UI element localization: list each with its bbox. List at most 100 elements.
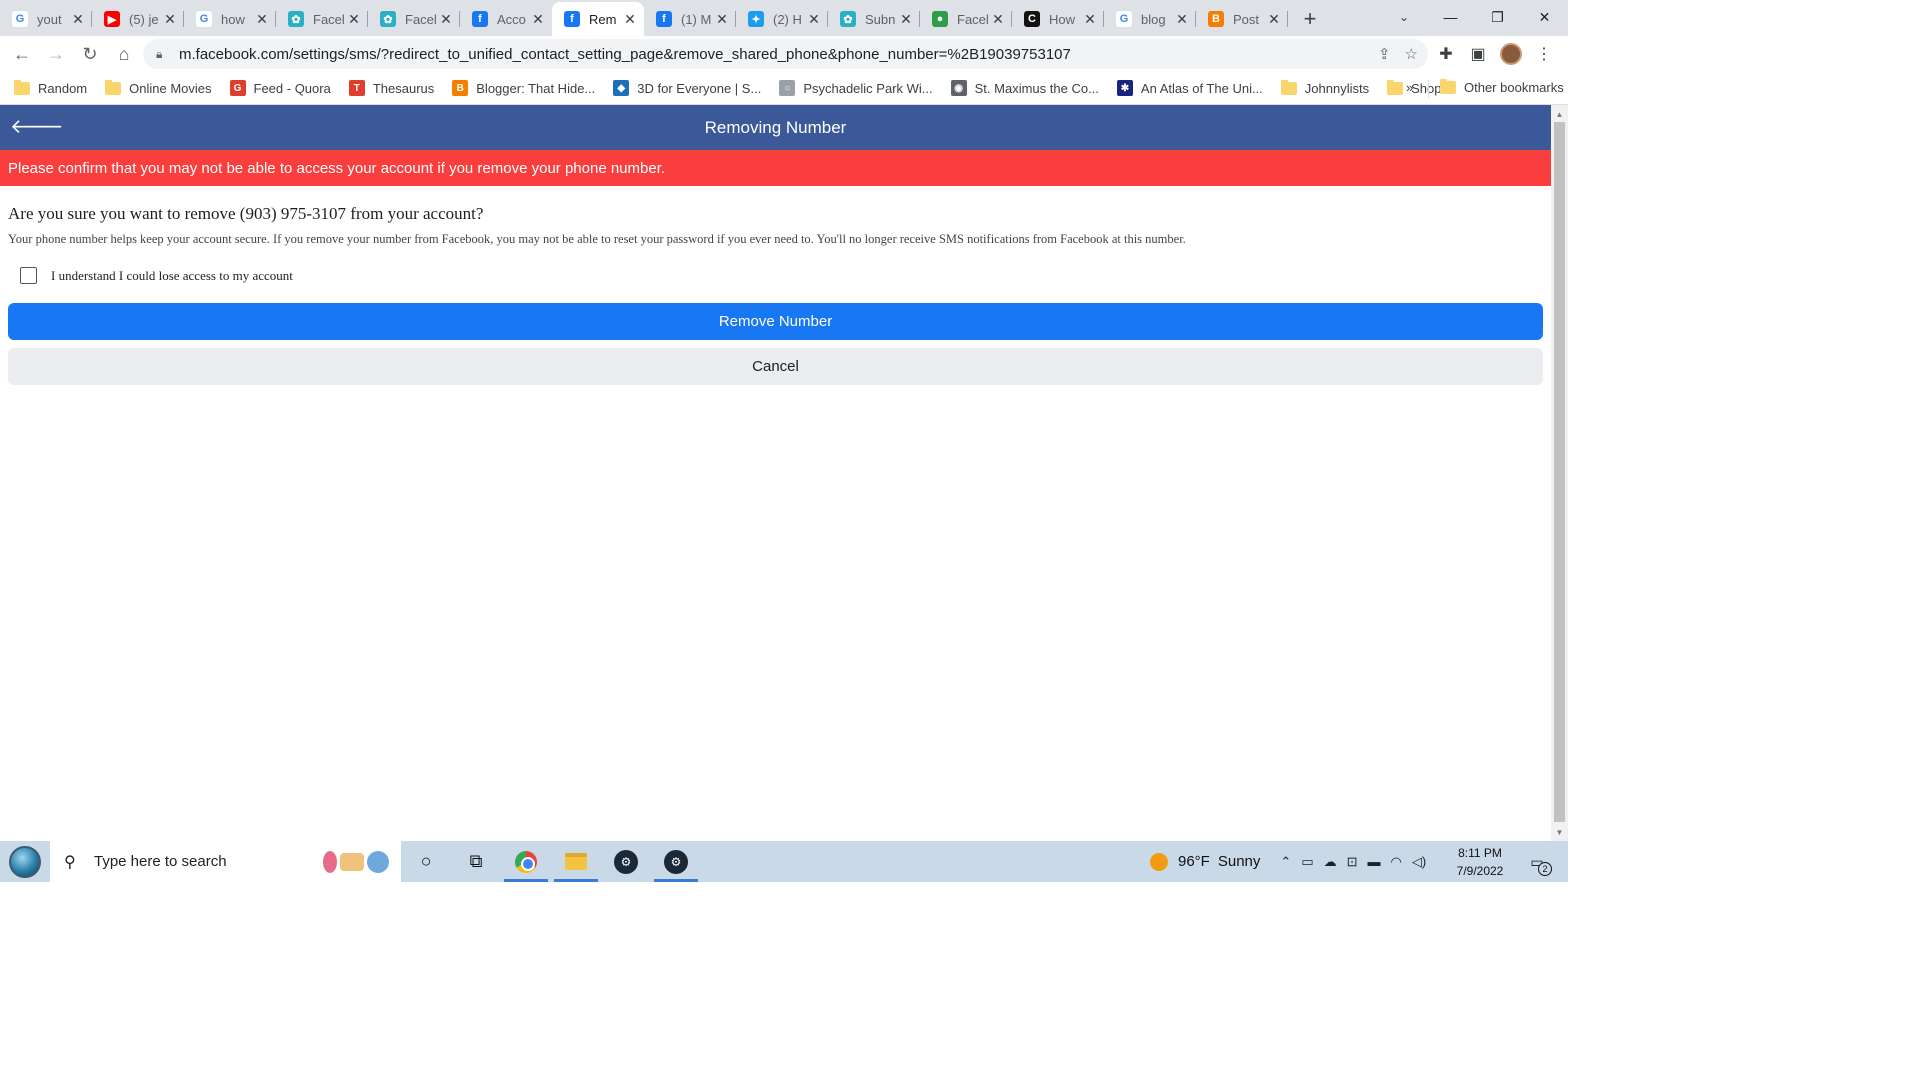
address-bar[interactable]: 🔒︎ m.facebook.com/settings/sms/?redirect…: [143, 39, 1428, 69]
forward-button[interactable]: →: [40, 38, 72, 70]
close-tab-icon[interactable]: ✕: [1266, 11, 1282, 28]
browser-tab[interactable]: ▶ (5) je ✕: [92, 2, 184, 36]
steam-running-icon[interactable]: ⚙: [651, 841, 701, 882]
meet-now-icon[interactable]: ▭: [1301, 854, 1313, 870]
lock-icon[interactable]: 🔒︎: [156, 47, 170, 62]
close-tab-icon[interactable]: ✕: [622, 11, 638, 28]
volume-icon[interactable]: ◁): [1412, 854, 1426, 870]
windows-orb-icon: [9, 845, 41, 878]
close-tab-icon[interactable]: ✕: [806, 11, 822, 28]
folder-icon: [14, 79, 30, 95]
tab-search-icon[interactable]: ⌄: [1392, 0, 1416, 34]
chrome-taskbar-icon[interactable]: [501, 841, 551, 882]
browser-tab[interactable]: ✿ Facel ✕: [276, 2, 368, 36]
close-tab-icon[interactable]: ✕: [254, 11, 270, 28]
steam-icon[interactable]: ⚙: [601, 841, 651, 882]
profile-avatar[interactable]: [1500, 43, 1522, 65]
browser-tab[interactable]: Gyout ✕: [0, 2, 92, 36]
close-tab-icon[interactable]: ✕: [346, 11, 362, 28]
file-explorer-icon[interactable]: [551, 841, 601, 882]
back-button[interactable]: ←: [6, 38, 38, 70]
close-tab-icon[interactable]: ✕: [530, 11, 546, 28]
minimize-button[interactable]: —: [1427, 0, 1474, 34]
weather-temp[interactable]: 96°F: [1178, 853, 1210, 870]
acknowledge-label[interactable]: I understand I could lose access to my a…: [51, 268, 293, 284]
cortana-icon[interactable]: ○: [401, 841, 451, 882]
browser-tab[interactable]: f Acco ✕: [460, 2, 552, 36]
onedrive-icon[interactable]: ☁: [1324, 854, 1337, 870]
bookmark-item[interactable]: G Feed - Quora: [229, 80, 331, 96]
sun-icon[interactable]: [1150, 852, 1168, 871]
bookmark-item[interactable]: T Thesaurus: [348, 80, 434, 96]
browser-tab[interactable]: C How ✕: [1012, 2, 1104, 36]
browser-tab[interactable]: ✦ (2) H ✕: [736, 2, 828, 36]
bookmark-star-icon[interactable]: ☆: [1405, 45, 1418, 63]
bookmark-item[interactable]: B Blogger: That Hide...: [452, 80, 595, 96]
page-scrollbar[interactable]: ▲ ▼: [1551, 105, 1568, 841]
close-tab-icon[interactable]: ✕: [70, 11, 86, 28]
home-button[interactable]: ⌂: [108, 38, 140, 70]
close-tab-icon[interactable]: ✕: [162, 11, 178, 28]
tab-title: yout: [37, 11, 62, 27]
share-icon[interactable]: ⇪: [1378, 45, 1391, 63]
clock[interactable]: 8:11 PM 7/9/2022: [1450, 844, 1510, 880]
scroll-thumb[interactable]: [1554, 122, 1565, 822]
task-view-icon[interactable]: ⧉: [451, 841, 501, 882]
new-tab-button[interactable]: +: [1292, 2, 1328, 36]
display-icon[interactable]: ⊡: [1347, 854, 1358, 870]
remove-number-button[interactable]: Remove Number: [8, 303, 1543, 340]
bookmark-item[interactable]: ◉ St. Maximus the Co...: [950, 80, 1099, 96]
notification-center-icon[interactable]: ▭ 2: [1522, 850, 1552, 876]
browser-tab[interactable]: ✿ Facel ✕: [368, 2, 460, 36]
close-tab-icon[interactable]: ✕: [898, 11, 914, 28]
scroll-down-icon[interactable]: ▼: [1551, 825, 1568, 839]
restore-button[interactable]: ❐: [1474, 0, 1521, 34]
bookmark-item[interactable]: ◆ 3D for Everyone | S...: [613, 80, 761, 96]
chevron-up-icon[interactable]: ⌃: [1280, 854, 1291, 870]
browser-tab[interactable]: Gblog ✕: [1104, 2, 1196, 36]
browser-tab[interactable]: f (1) M ✕: [644, 2, 736, 36]
back-arrow-icon[interactable]: 🡐: [10, 116, 64, 138]
close-tab-icon[interactable]: ✕: [1174, 11, 1190, 28]
close-tab-icon[interactable]: ✕: [714, 11, 730, 28]
omnibox-actions: ⇪ ☆: [1378, 39, 1418, 69]
windows-taskbar: ⚲ Type here to search ○ ⧉ ⚙ ⚙ 96°F Sunny…: [0, 841, 1568, 882]
bookmark-item[interactable]: Shop: [1387, 79, 1441, 96]
facebook-icon: f: [472, 11, 488, 27]
reload-button[interactable]: ↻: [74, 38, 106, 70]
bookmark-item[interactable]: ✱ An Atlas of The Uni...: [1116, 80, 1263, 96]
extensions-icon[interactable]: ✚: [1436, 44, 1456, 64]
start-button[interactable]: [0, 841, 50, 882]
site-icon: ✿: [840, 11, 856, 27]
close-tab-icon[interactable]: ✕: [438, 11, 454, 28]
acknowledge-checkbox[interactable]: [20, 267, 37, 284]
bookmark-label: Online Movies: [129, 80, 212, 96]
weather-text[interactable]: Sunny: [1218, 853, 1261, 870]
browser-tab[interactable]: B Post ✕: [1196, 2, 1288, 36]
side-panel-icon[interactable]: ▣: [1468, 44, 1488, 64]
menu-icon[interactable]: ⋮: [1534, 44, 1554, 64]
close-tab-icon[interactable]: ✕: [1082, 11, 1098, 28]
bookmark-label: Johnnylists: [1304, 80, 1370, 96]
bookmark-item[interactable]: Random: [14, 79, 87, 96]
page-title: Removing Number: [704, 117, 847, 137]
bookmark-label: 3D for Everyone | S...: [637, 80, 762, 96]
bookmark-label: An Atlas of The Uni...: [1140, 80, 1263, 96]
bookmark-item[interactable]: Online Movies: [105, 79, 212, 96]
close-tab-icon[interactable]: ✕: [990, 11, 1006, 28]
acknowledge-row[interactable]: I understand I could lose access to my a…: [20, 267, 1543, 284]
browser-tab[interactable]: ✿ Subn ✕: [828, 2, 920, 36]
browser-tab[interactable]: ● Facel ✕: [920, 2, 1012, 36]
battery-icon[interactable]: ▬: [1368, 854, 1381, 870]
browser-tab[interactable]: f Rem ✕: [552, 2, 644, 36]
scroll-up-icon[interactable]: ▲: [1551, 107, 1568, 121]
wifi-icon[interactable]: ◠: [1391, 854, 1402, 870]
bookmark-item[interactable]: ○ Psychadelic Park Wi...: [779, 80, 933, 96]
browser-tab[interactable]: Ghow ✕: [184, 2, 276, 36]
close-window-button[interactable]: ✕: [1521, 0, 1568, 34]
bookmarks-overflow-button[interactable]: »: [1406, 80, 1413, 95]
taskbar-search[interactable]: ⚲ Type here to search: [50, 841, 401, 882]
other-bookmarks-button[interactable]: Other bookmarks: [1440, 79, 1564, 95]
cancel-button[interactable]: Cancel: [8, 348, 1543, 385]
bookmark-item[interactable]: Johnnylists: [1280, 79, 1370, 96]
